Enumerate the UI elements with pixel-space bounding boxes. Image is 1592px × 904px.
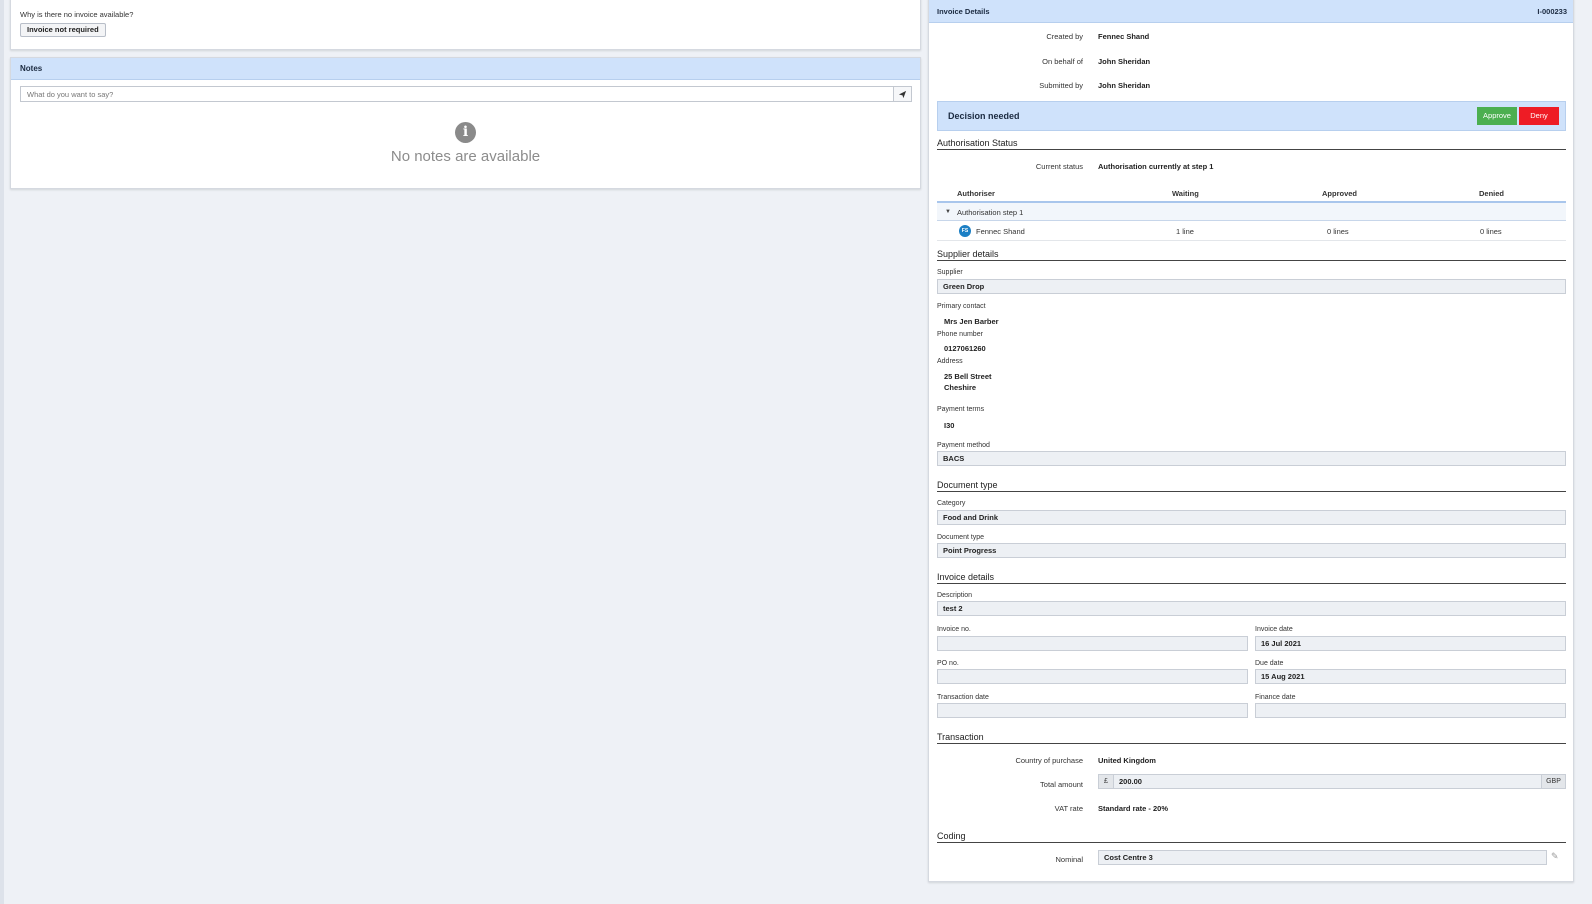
description-field[interactable]: test 2: [937, 601, 1566, 616]
payment-terms-value: I30: [944, 421, 955, 430]
col-authoriser: Authoriser: [957, 189, 995, 198]
notes-card: Notes i No notes are available: [10, 57, 921, 189]
vat-rate-label: VAT rate: [1054, 804, 1083, 813]
approved-count: 0 lines: [1327, 227, 1349, 236]
on-behalf-of-value: John Sheridan: [1098, 57, 1151, 66]
invoice-no-label: Invoice no.: [937, 626, 971, 633]
pencil-icon[interactable]: ✎: [1551, 851, 1559, 862]
authorisation-status-title: Authorisation Status: [937, 138, 1566, 150]
no-invoice-question: Why is there no invoice available?: [20, 10, 134, 19]
primary-contact-label: Primary contact: [937, 303, 986, 310]
category-label: Category: [937, 500, 966, 507]
address-line-1: 25 Bell Street: [944, 372, 992, 381]
invoice-date-field[interactable]: 16 Jul 2021: [1255, 636, 1566, 651]
created-by-value: Fennec Shand: [1098, 32, 1150, 41]
caret-down-icon[interactable]: ▼: [945, 209, 951, 215]
notes-title: Notes: [11, 58, 920, 80]
payment-method-field[interactable]: BACS: [937, 451, 1566, 466]
finance-date-field[interactable]: [1255, 703, 1566, 718]
created-by-label: Created by: [1046, 32, 1083, 41]
panel-title: Invoice Details: [937, 7, 990, 16]
left-rail: [0, 0, 4, 904]
supplier-details-title: Supplier details: [937, 249, 1566, 261]
country-value: United Kingdom: [1098, 756, 1156, 765]
country-label: Country of purchase: [1015, 756, 1083, 765]
address-label: Address: [937, 358, 963, 365]
currency-symbol: £: [1098, 774, 1114, 789]
nominal-label: Nominal: [1055, 855, 1083, 864]
due-date-field[interactable]: 15 Aug 2021: [1255, 669, 1566, 684]
notes-empty-message: No notes are available: [390, 148, 541, 165]
due-date-label: Due date: [1255, 660, 1284, 667]
col-denied: Denied: [1479, 189, 1505, 198]
coding-title: Coding: [937, 831, 1566, 843]
address-line-2: Cheshire: [944, 383, 977, 392]
transaction-title: Transaction: [937, 732, 1566, 744]
decision-banner: Decision needed Approve Deny: [937, 101, 1566, 131]
payment-method-label: Payment method: [937, 442, 990, 449]
nominal-field[interactable]: Cost Centre 3: [1098, 850, 1547, 865]
invoice-details-panel: Invoice Details I-000233 Created by Fenn…: [928, 0, 1574, 882]
denied-count: 0 lines: [1480, 227, 1502, 236]
col-waiting: Waiting: [1172, 189, 1199, 198]
step-label: Authorisation step 1: [957, 208, 1024, 217]
info-icon: i: [455, 122, 476, 143]
description-label: Description: [937, 592, 973, 599]
current-status-value: Authorisation currently at step 1: [1098, 162, 1214, 171]
vat-rate-value: Standard rate - 20%: [1098, 804, 1169, 813]
waiting-count: 1 line: [1176, 227, 1194, 236]
transaction-date-field[interactable]: [937, 703, 1248, 718]
invoice-no-field[interactable]: [937, 636, 1248, 651]
deny-button[interactable]: Deny: [1519, 107, 1559, 125]
phone-label: Phone number: [937, 331, 983, 338]
notes-input[interactable]: [20, 86, 893, 102]
send-icon: [898, 90, 907, 98]
notes-input-group: [20, 86, 912, 102]
col-approved: Approved: [1322, 189, 1358, 198]
authoriser-name: Fennec Shand: [976, 227, 1025, 236]
submitted-by-label: Submitted by: [1039, 81, 1083, 90]
invoice-details-title: Invoice details: [937, 572, 1566, 584]
document-type-field[interactable]: Point Progress: [937, 543, 1566, 558]
payment-terms-label: Payment terms: [937, 406, 985, 413]
currency-code: GBP: [1541, 774, 1566, 789]
transaction-date-label: Transaction date: [937, 694, 989, 701]
total-amount-label: Total amount: [1040, 780, 1083, 789]
document-type-label: Document type: [937, 534, 985, 541]
invoice-date-label: Invoice date: [1255, 626, 1293, 633]
decision-text: Decision needed: [948, 111, 1020, 121]
table-row: FS Fennec Shand 1 line 0 lines 0 lines: [937, 221, 1566, 241]
current-status-label: Current status: [1035, 162, 1083, 171]
phone-value: 0127061260: [944, 344, 986, 353]
document-type-title: Document type: [937, 480, 1566, 492]
finance-date-label: Finance date: [1255, 694, 1296, 701]
supplier-field[interactable]: Green Drop: [937, 279, 1566, 294]
notes-empty-state: i No notes are available: [11, 122, 920, 165]
avatar: FS: [959, 225, 971, 237]
authorisation-step-row[interactable]: ▼ Authorisation step 1: [937, 203, 1566, 221]
no-invoice-card: Why is there no invoice available? Invoi…: [10, 0, 921, 50]
invoice-reference: I-000233: [1537, 7, 1567, 16]
po-no-field[interactable]: [937, 669, 1248, 684]
supplier-label: Supplier: [937, 269, 963, 276]
total-amount-field[interactable]: 200.00: [1114, 774, 1541, 789]
approve-button[interactable]: Approve: [1477, 107, 1517, 125]
send-button[interactable]: [893, 86, 912, 102]
submitted-by-value: John Sheridan: [1098, 81, 1151, 90]
panel-header: Invoice Details I-000233: [929, 0, 1573, 23]
on-behalf-of-label: On behalf of: [1042, 57, 1083, 66]
po-no-label: PO no.: [937, 660, 959, 667]
invoice-not-required-button[interactable]: Invoice not required: [20, 23, 106, 37]
category-field[interactable]: Food and Drink: [937, 510, 1566, 525]
primary-contact-value: Mrs Jen Barber: [944, 317, 999, 326]
